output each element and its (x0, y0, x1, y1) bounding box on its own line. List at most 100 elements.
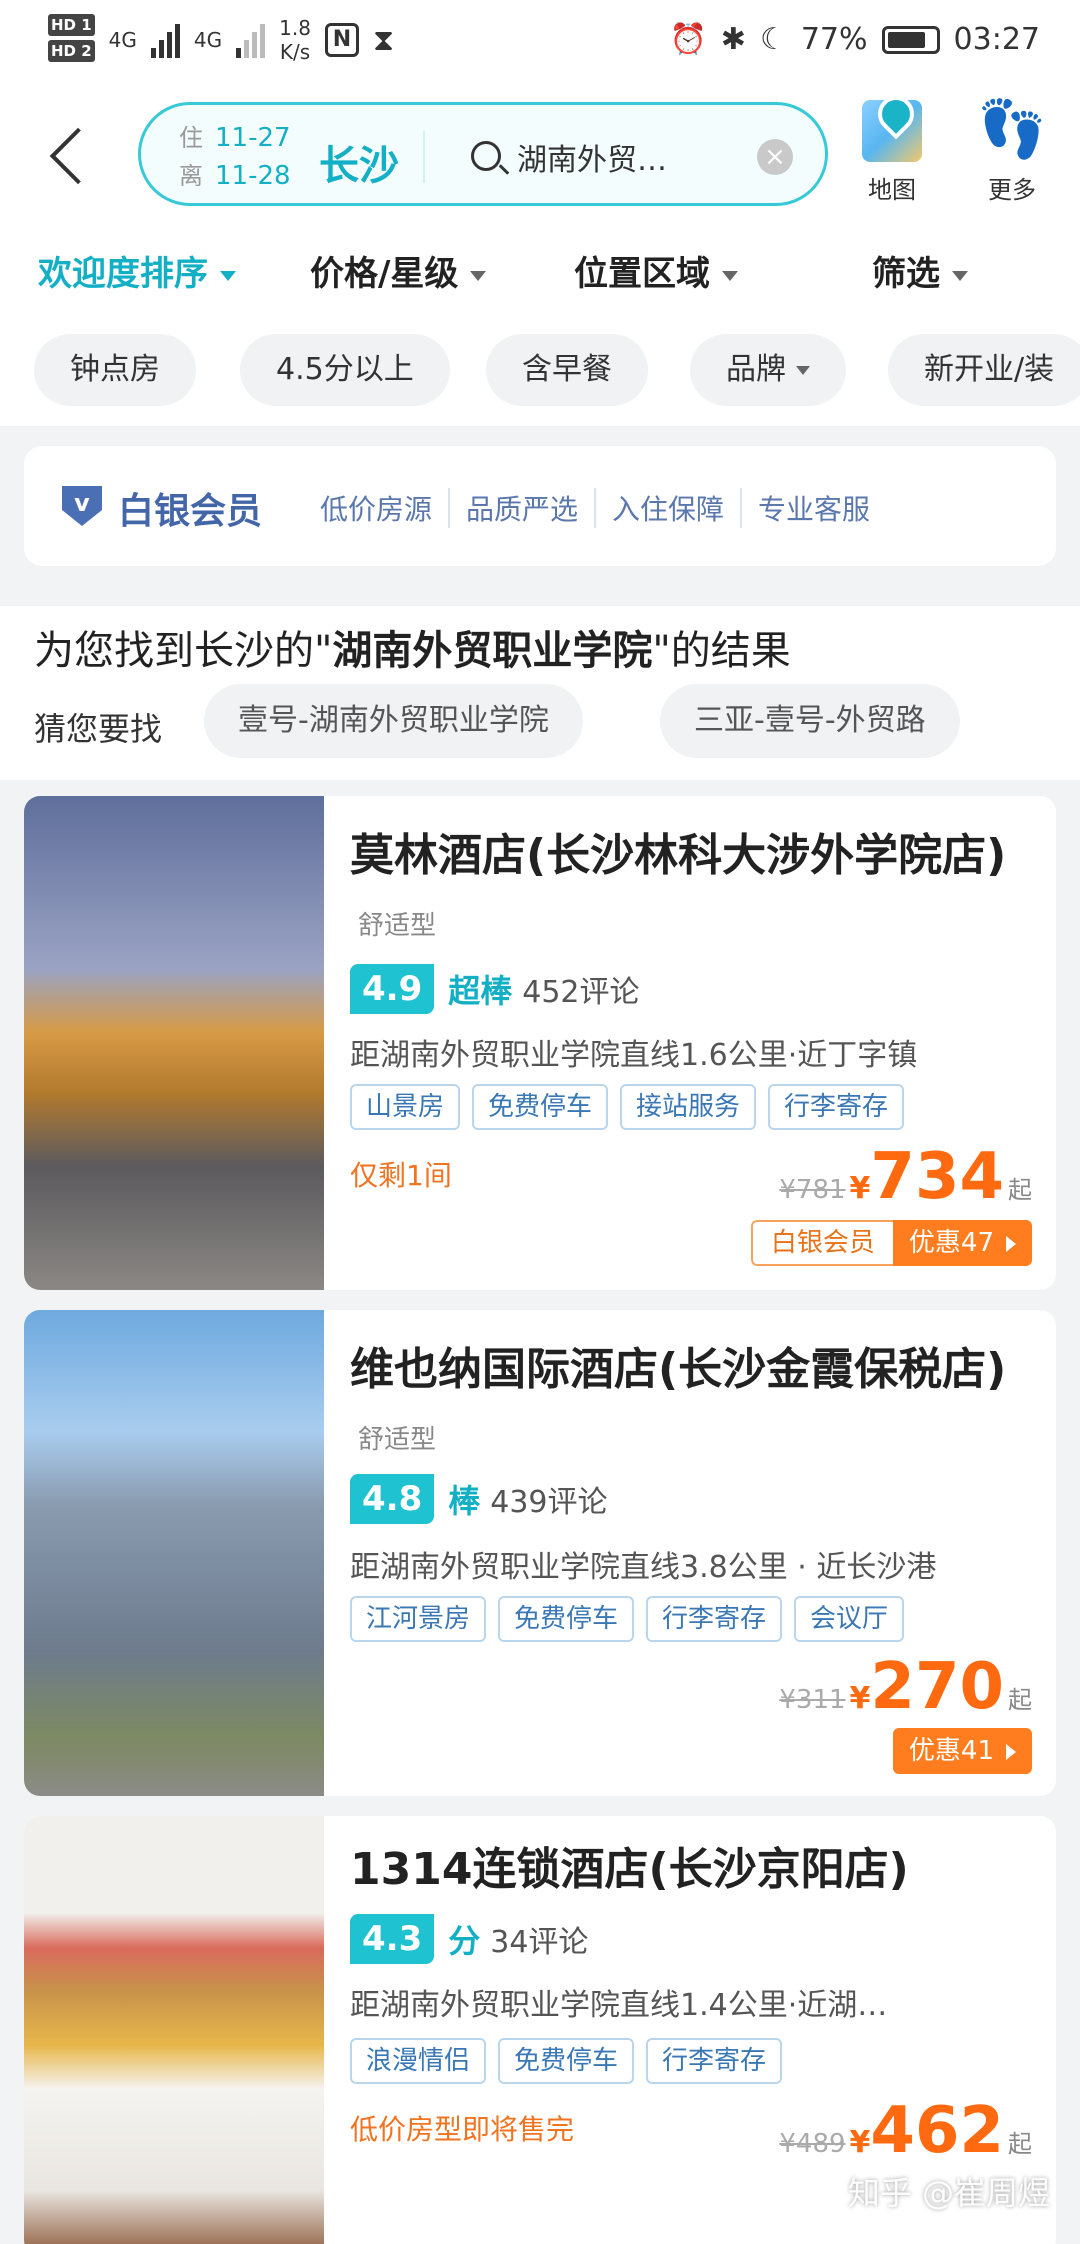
hotel-name-text: 维也纳国际酒店(长沙金霞保税店) (350, 1344, 1007, 1395)
suggestion-chip[interactable]: 三亚-壹号-外贸路 (660, 684, 960, 758)
footprint-icon: 👣 (977, 97, 1047, 162)
sort-filter[interactable]: 筛选 (872, 246, 968, 295)
hotel-tags: 浪漫情侣 免费停车 行李寄存 (350, 2038, 783, 2084)
hotel-distance: 距湖南外贸职业学院直线3.8公里 · 近长沙港 (350, 1550, 937, 1585)
hotel-tag: 山景房 (350, 1084, 461, 1130)
hotel-photo (24, 1816, 324, 2244)
suggestion-chip[interactable]: 壹号-湖南外贸职业学院 (204, 684, 583, 758)
search-box[interactable]: 住 11-27 离 11-28 长沙 湖南外贸… × (138, 102, 828, 206)
hd2-badge: HD 2 (48, 40, 95, 62)
more-button[interactable]: 👣 更多 (962, 90, 1062, 205)
signal1-icon (150, 22, 180, 58)
member-perk: 低价房源 (320, 493, 433, 526)
hotel-price: ¥489 ¥ 462 起 (779, 2094, 1032, 2168)
discount-badge: 优惠47 (892, 1220, 1032, 1266)
date-range[interactable]: 住 11-27 离 11-28 (179, 119, 291, 195)
watermark: 知乎 @崔周煜 (847, 2174, 1050, 2212)
result-suffix: "的结果 (652, 628, 791, 674)
hotel-type: 舒适型 (358, 1425, 437, 1455)
search-icon (471, 141, 501, 171)
clock-time: 03:27 (953, 22, 1040, 57)
net-speed-value: 1.8 (279, 16, 311, 40)
result-title: 为您找到长沙的"湖南外贸职业学院"的结果 (34, 618, 791, 676)
sort-popularity[interactable]: 欢迎度排序 (38, 246, 236, 295)
hotel-name: 维也纳国际酒店(长沙金霞保税店) 舒适型 (350, 1338, 1040, 1472)
search-keyword[interactable]: 湖南外贸… (517, 135, 667, 179)
clear-icon[interactable]: × (757, 139, 793, 175)
checkin-label: 住 (179, 124, 203, 152)
hotel-tags: 江河景房 免费停车 行李寄存 会议厅 (350, 1596, 905, 1642)
hotel-tag: 行李寄存 (646, 1596, 783, 1642)
net-speed-unit: K/s (279, 40, 311, 64)
promo-badge[interactable]: 白银会员 优惠47 (750, 1220, 1032, 1266)
sort-location[interactable]: 位置区域 (574, 246, 738, 295)
availability-note: 低价房型即将售完 (350, 2113, 575, 2146)
rating-row: 4.3 分 34评论 (350, 1914, 588, 1964)
price-suffix: 起 (1008, 2130, 1032, 2158)
search-divider (423, 131, 425, 183)
back-arrow-icon[interactable] (44, 122, 88, 192)
sort-price-label: 价格/星级 (310, 254, 459, 294)
hotel-tag: 免费停车 (498, 1596, 635, 1642)
original-price: ¥781 (779, 1175, 846, 1205)
hotel-name-text: 莫林酒店(长沙林科大涉外学院店) (350, 830, 1007, 881)
score-badge: 4.8 (350, 1474, 435, 1524)
review-count: 439评论 (490, 1485, 608, 1520)
chip-hourly[interactable]: 钟点房 (34, 334, 196, 406)
member-perk: 品质严选 (448, 488, 594, 528)
quick-filters: 钟点房 4.5分以上 含早餐 品牌 新开业/装 (0, 326, 1080, 426)
hotel-distance: 距湖南外贸职业学院直线1.4公里·近湖… (350, 1988, 888, 2023)
alarm-icon: ⏰ (669, 22, 707, 57)
hotel-photo (24, 1310, 324, 1796)
map-icon (862, 100, 922, 162)
city-selector[interactable]: 长沙 (319, 133, 399, 191)
hd-indicators: HD 1 HD 2 (48, 14, 95, 66)
chip-new-open[interactable]: 新开业/装 (888, 334, 1080, 406)
caret-down-icon (722, 270, 738, 281)
hotel-tag: 免费停车 (472, 1084, 609, 1130)
member-v-icon: v (62, 486, 102, 526)
promo-badge[interactable]: 优惠41 (892, 1728, 1032, 1774)
discount-badge: 优惠41 (892, 1728, 1032, 1774)
availability-note: 仅剩1间 (350, 1159, 452, 1192)
map-label: 地图 (868, 176, 916, 204)
member-perks: 低价房源 品质严选 入住保障 专业客服 (320, 488, 886, 528)
hotel-tag: 会议厅 (794, 1596, 905, 1642)
chip-breakfast[interactable]: 含早餐 (486, 334, 648, 406)
hotel-name: 莫林酒店(长沙林科大涉外学院店) 舒适型 (350, 824, 1040, 958)
member-title: 白银会员 (118, 491, 263, 532)
rating-row: 4.9 超棒 452评论 (350, 964, 640, 1014)
hd1-badge: HD 1 (48, 14, 95, 36)
result-prefix: 为您找到长沙的" (34, 628, 333, 674)
chip-brand-label: 品牌 (726, 352, 786, 387)
review-count: 452评论 (522, 975, 640, 1010)
currency-symbol: ¥ (849, 1681, 871, 1716)
hourglass-icon: ⧗ (372, 22, 395, 58)
sort-price-star[interactable]: 价格/星级 (310, 246, 487, 295)
net-speed: 1.8 K/s (279, 16, 311, 64)
score-label: 棒 (448, 1482, 481, 1520)
chip-brand[interactable]: 品牌 (690, 334, 846, 406)
review-count: 34评论 (490, 1925, 589, 1960)
score-label: 超棒 (448, 972, 513, 1010)
member-banner[interactable]: v 白银会员 低价房源 品质严选 入住保障 专业客服 (24, 446, 1056, 566)
hotel-tags: 山景房 免费停车 接站服务 行李寄存 (350, 1084, 905, 1130)
bluetooth-icon: ✱ (720, 22, 746, 57)
hotel-price: ¥781 ¥ 734 起 (779, 1140, 1032, 1214)
currency-symbol: ¥ (849, 1171, 871, 1206)
network1-label: 4G (108, 28, 137, 52)
hotel-tag: 接站服务 (620, 1084, 757, 1130)
map-button[interactable]: 地图 (842, 90, 942, 205)
status-bar: HD 1 HD 2 4G 4G 1.8 K/s N ⧗ ⏰ ✱ ☾ 77% 03… (0, 0, 1080, 82)
hotel-card[interactable]: 维也纳国际酒店(长沙金霞保税店) 舒适型 4.8 棒 439评论 距湖南外贸职业学… (24, 1310, 1056, 1796)
guess-label: 猜您要找 (34, 710, 163, 748)
hotel-tag: 行李寄存 (768, 1084, 905, 1130)
chip-rating[interactable]: 4.5分以上 (240, 334, 450, 406)
checkout-date: 11-28 (215, 161, 291, 191)
score-badge: 4.9 (350, 964, 435, 1014)
moon-icon: ☾ (759, 22, 787, 57)
hotel-distance: 距湖南外贸职业学院直线1.6公里·近丁字镇 (350, 1038, 918, 1073)
hotel-card[interactable]: 莫林酒店(长沙林科大涉外学院店) 舒适型 4.9 超棒 452评论 距湖南外贸职业… (24, 796, 1056, 1290)
network2-label: 4G (193, 28, 223, 52)
score-badge: 4.3 (350, 1914, 435, 1964)
